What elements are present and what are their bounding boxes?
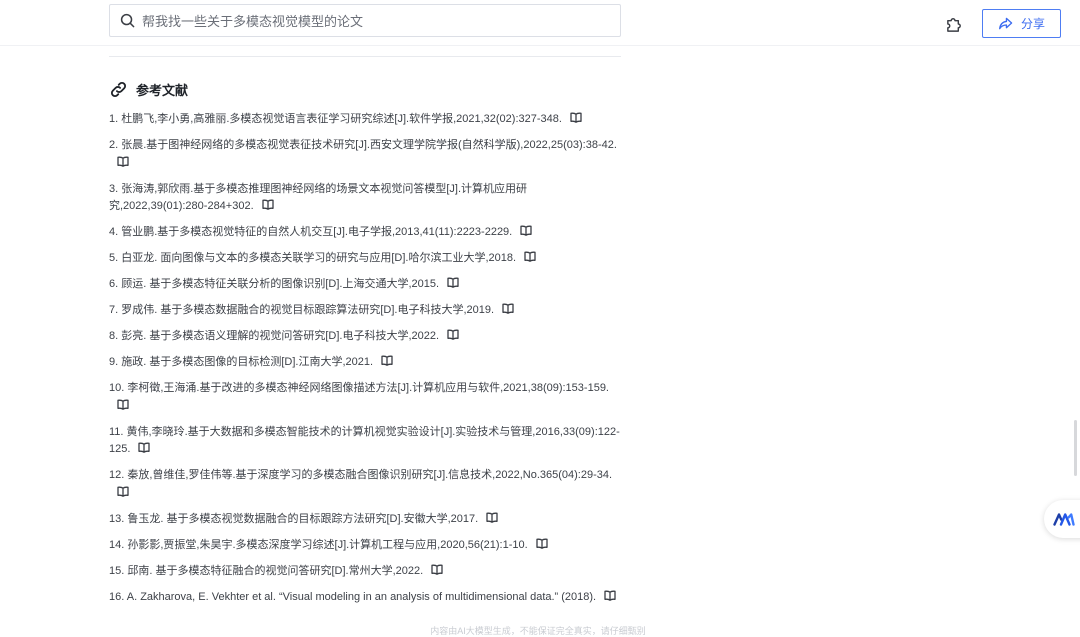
- share-button[interactable]: 分享: [982, 9, 1061, 38]
- share-button-label: 分享: [1020, 17, 1045, 31]
- book-icon[interactable]: [138, 442, 151, 453]
- reference-item: 8. 彭亮. 基于多模态语义理解的视觉问答研究[D].电子科技大学,2022.: [109, 328, 625, 346]
- book-icon[interactable]: [447, 329, 459, 340]
- link-icon: [110, 81, 127, 98]
- search-box[interactable]: 帮我找一些关于多模态视觉模型的论文: [109, 4, 621, 37]
- book-icon[interactable]: [117, 486, 129, 497]
- reference-text: 12. 秦放,曾维佳,罗佳伟等.基于深度学习的多模态融合图像识别研究[J].信息…: [109, 469, 613, 481]
- reference-item: 4. 管业鹏.基于多模态视觉特征的自然人机交互[J].电子学报,2013,41(…: [109, 224, 625, 242]
- reference-item: 15. 邱南. 基于多模态特征融合的视觉问答研究[D].常州大学,2022.: [109, 563, 625, 581]
- book-icon[interactable]: [520, 225, 532, 236]
- reference-item: 14. 孙影影,贾振堂,朱昊宇.多模态深度学习综述[J].计算机工程与应用,20…: [109, 537, 625, 555]
- search-icon: [120, 13, 135, 28]
- reference-item: 7. 罗成伟. 基于多模态数据融合的视觉目标跟踪算法研究[D].电子科技大学,2…: [109, 302, 625, 320]
- reference-text: 7. 罗成伟. 基于多模态数据融合的视觉目标跟踪算法研究[D].电子科技大学,2…: [109, 304, 495, 316]
- reference-text: 15. 邱南. 基于多模态特征融合的视觉问答研究[D].常州大学,2022.: [109, 564, 424, 577]
- scrollbar-thumb[interactable]: [1074, 420, 1077, 476]
- book-icon[interactable]: [381, 355, 393, 366]
- assistant-floating-button[interactable]: [1044, 500, 1080, 538]
- book-icon[interactable]: [431, 564, 443, 575]
- puzzle-icon[interactable]: [945, 14, 964, 33]
- reference-item: 10. 李柯徵,王海涌.基于改进的多模态神经网络图像描述方法[J].计算机应用与…: [109, 380, 625, 415]
- book-icon[interactable]: [261, 199, 274, 210]
- reference-list: 1. 杜鹏飞,李小勇,高雅丽.多模态视觉语言表征学习研究综述[J].软件学报,2…: [109, 111, 625, 615]
- reference-text: 2. 张晨.基于图神经网络的多模态视觉表征技术研究[J].西安文理学院学报(自然…: [109, 139, 617, 151]
- reference-text: 14. 孙影影,贾振堂,朱昊宇.多模态深度学习综述[J].计算机工程与应用,20…: [109, 538, 528, 551]
- reference-item: 13. 鲁玉龙. 基于多模态视觉数据融合的目标跟踪方法研究[D].安徽大学,20…: [109, 511, 625, 529]
- share-icon: [999, 17, 1013, 30]
- book-icon[interactable]: [524, 251, 536, 262]
- book-icon[interactable]: [117, 399, 129, 410]
- reference-text: 16. A. Zakharova, E. Vekhter et al. “Vis…: [109, 590, 597, 603]
- reference-item: 6. 顾运. 基于多模态特征关联分析的图像识别[D].上海交通大学,2015.: [109, 276, 625, 294]
- book-icon[interactable]: [502, 303, 514, 314]
- reference-text: 10. 李柯徵,王海涌.基于改进的多模态神经网络图像描述方法[J].计算机应用与…: [109, 382, 609, 394]
- book-icon[interactable]: [117, 156, 129, 167]
- reference-item: 11. 黄伟,李晓玲.基于大数据和多模态智能技术的计算机视觉实验设计[J].实验…: [109, 424, 625, 459]
- reference-item: 16. A. Zakharova, E. Vekhter et al. “Vis…: [109, 589, 625, 607]
- top-bar: 帮我找一些关于多模态视觉模型的论文 分享: [0, 0, 1080, 46]
- book-icon[interactable]: [486, 512, 498, 523]
- reference-item: 3. 张海涛,郭欣雨.基于多模态推理图神经网络的场景文本视觉问答模型[J].计算…: [109, 181, 625, 216]
- reference-item: 1. 杜鹏飞,李小勇,高雅丽.多模态视觉语言表征学习研究综述[J].软件学报,2…: [109, 111, 625, 129]
- reference-text: 6. 顾运. 基于多模态特征关联分析的图像识别[D].上海交通大学,2015.: [109, 278, 440, 290]
- book-icon[interactable]: [570, 112, 582, 123]
- ai-disclaimer: 内容由AI大模型生成，不能保证完全真实，请仔细甄别: [430, 626, 646, 636]
- search-query-text: 帮我找一些关于多模态视觉模型的论文: [142, 14, 364, 29]
- reference-item: 9. 施政. 基于多模态图像的目标检测[D].江南大学,2021.: [109, 354, 625, 372]
- book-icon[interactable]: [604, 590, 616, 601]
- reference-text: 4. 管业鹏.基于多模态视觉特征的自然人机交互[J].电子学报,2013,41(…: [109, 226, 513, 238]
- references-header: 参考文献: [109, 80, 188, 99]
- reference-item: 2. 张晨.基于图神经网络的多模态视觉表征技术研究[J].西安文理学院学报(自然…: [109, 137, 625, 172]
- reference-text: 5. 白亚龙. 面向图像与文本的多模态关联学习的研究与应用[D].哈尔滨工业大学…: [109, 252, 517, 264]
- reference-text: 8. 彭亮. 基于多模态语义理解的视觉问答研究[D].电子科技大学,2022.: [109, 330, 440, 342]
- reference-text: 3. 张海涛,郭欣雨.基于多模态推理图神经网络的场景文本视觉问答模型[J].计算…: [109, 182, 528, 213]
- reference-text: 13. 鲁玉龙. 基于多模态视觉数据融合的目标跟踪方法研究[D].安徽大学,20…: [109, 512, 479, 525]
- section-divider: [109, 56, 621, 57]
- book-icon[interactable]: [447, 277, 459, 288]
- references-title: 参考文献: [136, 83, 189, 98]
- reference-item: 12. 秦放,曾维佳,罗佳伟等.基于深度学习的多模态融合图像识别研究[J].信息…: [109, 467, 625, 502]
- book-icon[interactable]: [536, 538, 548, 549]
- assistant-logo-icon: [1053, 513, 1075, 526]
- reference-text: 9. 施政. 基于多模态图像的目标检测[D].江南大学,2021.: [109, 356, 374, 368]
- reference-text: 11. 黄伟,李晓玲.基于大数据和多模态智能技术的计算机视觉实验设计[J].实验…: [109, 425, 620, 456]
- reference-text: 1. 杜鹏飞,李小勇,高雅丽.多模态视觉语言表征学习研究综述[J].软件学报,2…: [109, 113, 562, 125]
- reference-item: 5. 白亚龙. 面向图像与文本的多模态关联学习的研究与应用[D].哈尔滨工业大学…: [109, 250, 625, 268]
